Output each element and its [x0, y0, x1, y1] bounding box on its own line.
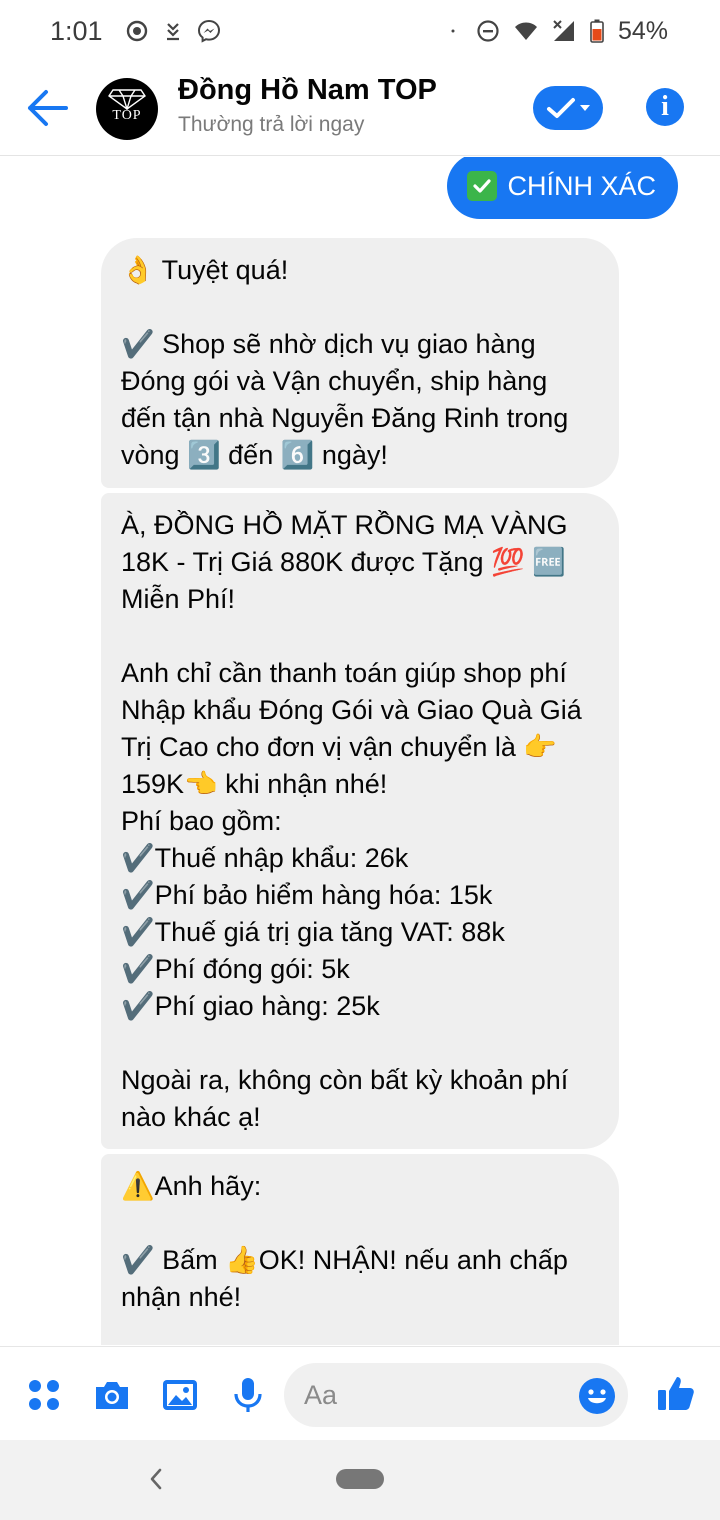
battery-icon — [590, 19, 604, 43]
status-time: 1:01 — [50, 15, 103, 46]
status-bar: 1:01 54% — [0, 0, 720, 62]
chat-header: TOP Đồng Hồ Nam TOP Thường trả lời ngay … — [0, 62, 720, 156]
incoming-message-2[interactable]: À, ĐỒNG HỒ MẶT RỒNG MẠ VÀNG 18K - Trị Gi… — [101, 493, 619, 1149]
incoming-message-3[interactable]: ⚠️Anh hãy: ✔️ Bấm 👍OK! NHẬN! nếu anh chấ… — [101, 1154, 619, 1345]
page-title[interactable]: Đồng Hồ Nam TOP — [178, 74, 437, 107]
gallery-icon[interactable] — [160, 1375, 200, 1415]
response-status: Thường trả lời ngay — [178, 113, 365, 136]
camera-icon[interactable] — [92, 1375, 132, 1415]
info-icon[interactable]: i — [646, 88, 684, 126]
dot-icon — [451, 29, 455, 33]
avatar[interactable]: TOP — [96, 78, 158, 140]
microphone-icon[interactable] — [228, 1375, 268, 1415]
avatar-logo-text: TOP — [112, 108, 142, 123]
message-composer — [0, 1346, 720, 1440]
download-icon — [166, 23, 179, 41]
signal-icon — [553, 20, 574, 41]
incoming-message-1[interactable]: 👌 Tuyệt quá! ✔️ Shop sẽ nhờ dịch vụ giao… — [101, 238, 619, 488]
chevron-down-icon — [580, 105, 590, 111]
settings-icon — [126, 20, 147, 42]
message-list[interactable]: CHÍNH XÁC 👌 Tuyệt quá! ✔️ Shop sẽ nhờ dị… — [0, 157, 720, 1345]
thumbs-up-icon[interactable] — [656, 1373, 696, 1413]
check-mark-emoji-icon — [467, 171, 498, 201]
battery-percentage: 54% — [617, 16, 668, 45]
system-navigation-bar — [0, 1440, 720, 1520]
wifi-icon — [514, 22, 537, 40]
status-check-button[interactable] — [533, 86, 603, 130]
messenger-icon — [197, 19, 220, 43]
message-input[interactable] — [284, 1363, 628, 1427]
nav-home-pill[interactable] — [336, 1469, 384, 1489]
checkmark-icon — [547, 98, 575, 118]
apps-icon[interactable] — [24, 1375, 64, 1415]
do-not-disturb-icon — [477, 20, 499, 42]
nav-back-icon[interactable] — [146, 1466, 166, 1492]
outgoing-message-text: CHÍNH XÁC — [507, 170, 656, 201]
outgoing-message[interactable]: CHÍNH XÁC — [447, 157, 678, 219]
back-arrow-icon[interactable] — [26, 88, 70, 128]
emoji-icon[interactable] — [578, 1377, 616, 1415]
diamond-logo-icon — [108, 89, 146, 110]
